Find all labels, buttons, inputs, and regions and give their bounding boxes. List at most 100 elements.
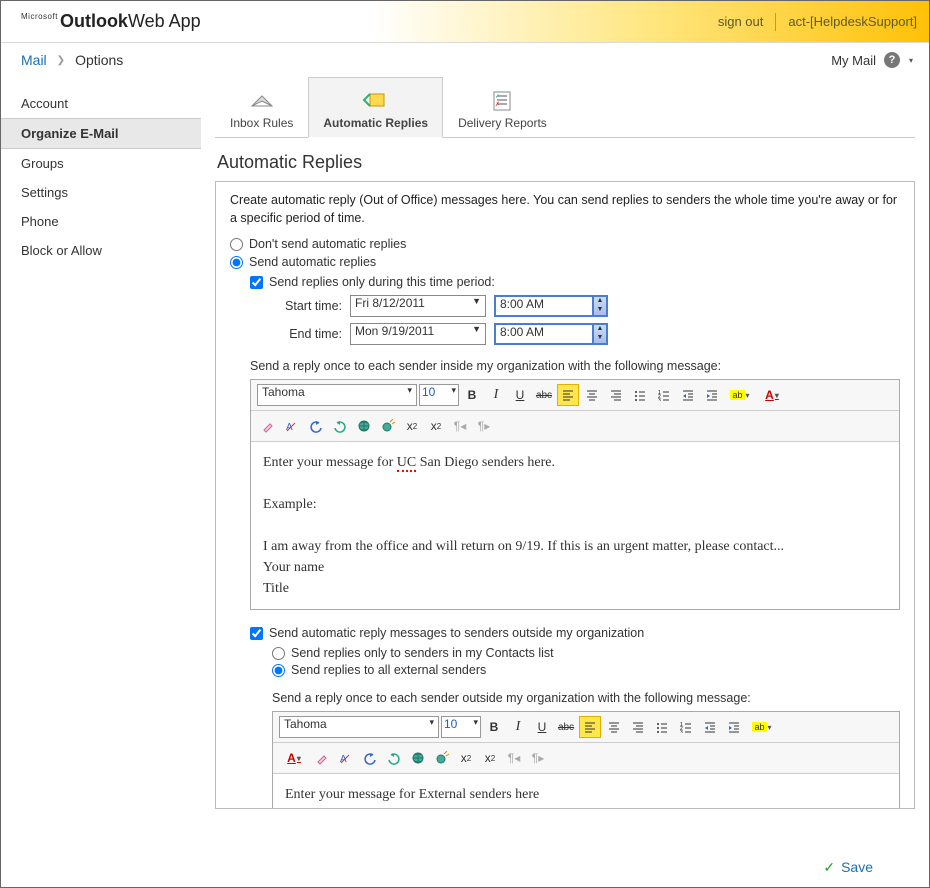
- font-color-button[interactable]: A▾: [279, 747, 309, 769]
- tab-delivery-reports[interactable]: ✓✗ Delivery Reports: [443, 77, 562, 137]
- check-outside[interactable]: Send automatic reply messages to senders…: [250, 626, 900, 640]
- check-time-period[interactable]: Send replies only during this time perio…: [250, 275, 900, 289]
- bold-button[interactable]: B: [461, 384, 483, 406]
- bold-button[interactable]: B: [483, 716, 505, 738]
- align-left-button[interactable]: [579, 716, 601, 738]
- radio-contacts-only[interactable]: Send replies only to senders in my Conta…: [272, 646, 900, 660]
- remove-format-button[interactable]: A: [281, 415, 303, 437]
- superscript-button[interactable]: x2: [401, 415, 423, 437]
- sidebar-item-phone[interactable]: Phone: [1, 207, 201, 236]
- align-left-button[interactable]: [557, 384, 579, 406]
- svg-text:2: 2: [680, 726, 683, 732]
- highlight-button[interactable]: ab▾: [725, 384, 755, 406]
- bullet-list-button[interactable]: [651, 716, 673, 738]
- radio-contacts-input[interactable]: [272, 647, 285, 660]
- inside-editor-body[interactable]: Enter your message for UC San Diego send…: [251, 442, 899, 609]
- svg-text:1: 1: [680, 722, 683, 728]
- save-button[interactable]: ✓ Save: [823, 859, 873, 876]
- dropdown-caret-icon[interactable]: ▾: [909, 56, 913, 65]
- check-icon: ✓: [823, 859, 835, 876]
- radio-send-input[interactable]: [230, 256, 243, 269]
- check-time-period-input[interactable]: [250, 276, 263, 289]
- tab-label: Delivery Reports: [458, 116, 547, 130]
- breadcrumb-mail[interactable]: Mail: [21, 52, 47, 68]
- tab-inbox-rules[interactable]: Inbox Rules: [215, 77, 308, 137]
- radio-all-external[interactable]: Send replies to all external senders: [272, 663, 900, 677]
- undo-button[interactable]: [305, 415, 327, 437]
- outdent-button[interactable]: [699, 716, 721, 738]
- font-family-select[interactable]: Tahoma▾: [257, 384, 417, 406]
- divider: [775, 13, 776, 31]
- end-date-select[interactable]: Mon 9/19/2011▼: [350, 323, 486, 345]
- sidebar-item-account[interactable]: Account: [1, 89, 201, 118]
- undo-button[interactable]: [359, 747, 381, 769]
- clear-format-button[interactable]: [257, 415, 279, 437]
- radio-dont-send[interactable]: Don't send automatic replies: [230, 237, 900, 251]
- outside-msg-label: Send a reply once to each sender outside…: [272, 691, 900, 705]
- check-label: Send automatic reply messages to senders…: [269, 626, 644, 640]
- number-list-button[interactable]: 123: [675, 716, 697, 738]
- align-center-button[interactable]: [603, 716, 625, 738]
- indent-button[interactable]: [701, 384, 723, 406]
- help-icon[interactable]: ?: [884, 52, 900, 68]
- indent-button[interactable]: [723, 716, 745, 738]
- align-right-button[interactable]: [627, 716, 649, 738]
- start-date-select[interactable]: Fri 8/12/2011▼: [350, 295, 486, 317]
- sidebar-item-block[interactable]: Block or Allow: [1, 236, 201, 265]
- subscript-button[interactable]: x2: [425, 415, 447, 437]
- start-time-select[interactable]: 8:00 AM: [494, 295, 594, 317]
- end-time-select[interactable]: 8:00 AM: [494, 323, 594, 345]
- strike-button[interactable]: abc: [555, 716, 577, 738]
- breadcrumb-options: Options: [75, 52, 123, 68]
- logo: Microsoft Outlook Web App: [21, 11, 201, 32]
- clear-format-button[interactable]: [311, 747, 333, 769]
- sign-out-link[interactable]: sign out: [718, 14, 764, 29]
- sidebar-item-settings[interactable]: Settings: [1, 178, 201, 207]
- link-button[interactable]: [353, 415, 375, 437]
- link-button[interactable]: [407, 747, 429, 769]
- font-family-select[interactable]: Tahoma▾: [279, 716, 439, 738]
- ltr-button[interactable]: ¶◂: [503, 747, 525, 769]
- unlink-button[interactable]: [431, 747, 453, 769]
- unlink-button[interactable]: [377, 415, 399, 437]
- strike-button[interactable]: abc: [533, 384, 555, 406]
- settings-scroll-area[interactable]: Create automatic reply (Out of Office) m…: [215, 181, 915, 809]
- radio-send[interactable]: Send automatic replies: [230, 255, 900, 269]
- redo-button[interactable]: [329, 415, 351, 437]
- italic-button[interactable]: I: [507, 716, 529, 738]
- underline-button[interactable]: U: [509, 384, 531, 406]
- font-size-select[interactable]: 10▾: [441, 716, 481, 738]
- check-label: Send replies only during this time perio…: [269, 275, 495, 289]
- rtl-button[interactable]: ¶▸: [527, 747, 549, 769]
- superscript-button[interactable]: x2: [455, 747, 477, 769]
- font-color-button[interactable]: A▾: [757, 384, 787, 406]
- tab-automatic-replies[interactable]: Automatic Replies: [308, 77, 443, 138]
- start-time-spinner[interactable]: ▲▼: [594, 295, 608, 317]
- radio-all-input[interactable]: [272, 664, 285, 677]
- number-list-button[interactable]: 123: [653, 384, 675, 406]
- inside-toolbar-row2: A x2 x2 ¶◂ ¶▸: [251, 411, 899, 442]
- redo-button[interactable]: [383, 747, 405, 769]
- ltr-button[interactable]: ¶◂: [449, 415, 471, 437]
- font-size-select[interactable]: 10▾: [419, 384, 459, 406]
- highlight-button[interactable]: ab▾: [747, 716, 777, 738]
- sidebar-item-organize[interactable]: Organize E-Mail: [1, 118, 201, 149]
- outside-editor-body[interactable]: Enter your message for External senders …: [273, 774, 899, 809]
- svg-text:2: 2: [658, 394, 661, 400]
- align-center-button[interactable]: [581, 384, 603, 406]
- end-time-spinner[interactable]: ▲▼: [594, 323, 608, 345]
- rtl-button[interactable]: ¶▸: [473, 415, 495, 437]
- header-right: sign out act-[HelpdeskSupport]: [718, 13, 917, 31]
- my-mail-label[interactable]: My Mail: [831, 53, 876, 68]
- underline-button[interactable]: U: [531, 716, 553, 738]
- italic-button[interactable]: I: [485, 384, 507, 406]
- remove-format-button[interactable]: A: [335, 747, 357, 769]
- subscript-button[interactable]: x2: [479, 747, 501, 769]
- sidebar-item-groups[interactable]: Groups: [1, 149, 201, 178]
- bullet-list-button[interactable]: [629, 384, 651, 406]
- check-outside-input[interactable]: [250, 627, 263, 640]
- end-time-label: End time:: [278, 327, 342, 341]
- outdent-button[interactable]: [677, 384, 699, 406]
- align-right-button[interactable]: [605, 384, 627, 406]
- radio-dont-send-input[interactable]: [230, 238, 243, 251]
